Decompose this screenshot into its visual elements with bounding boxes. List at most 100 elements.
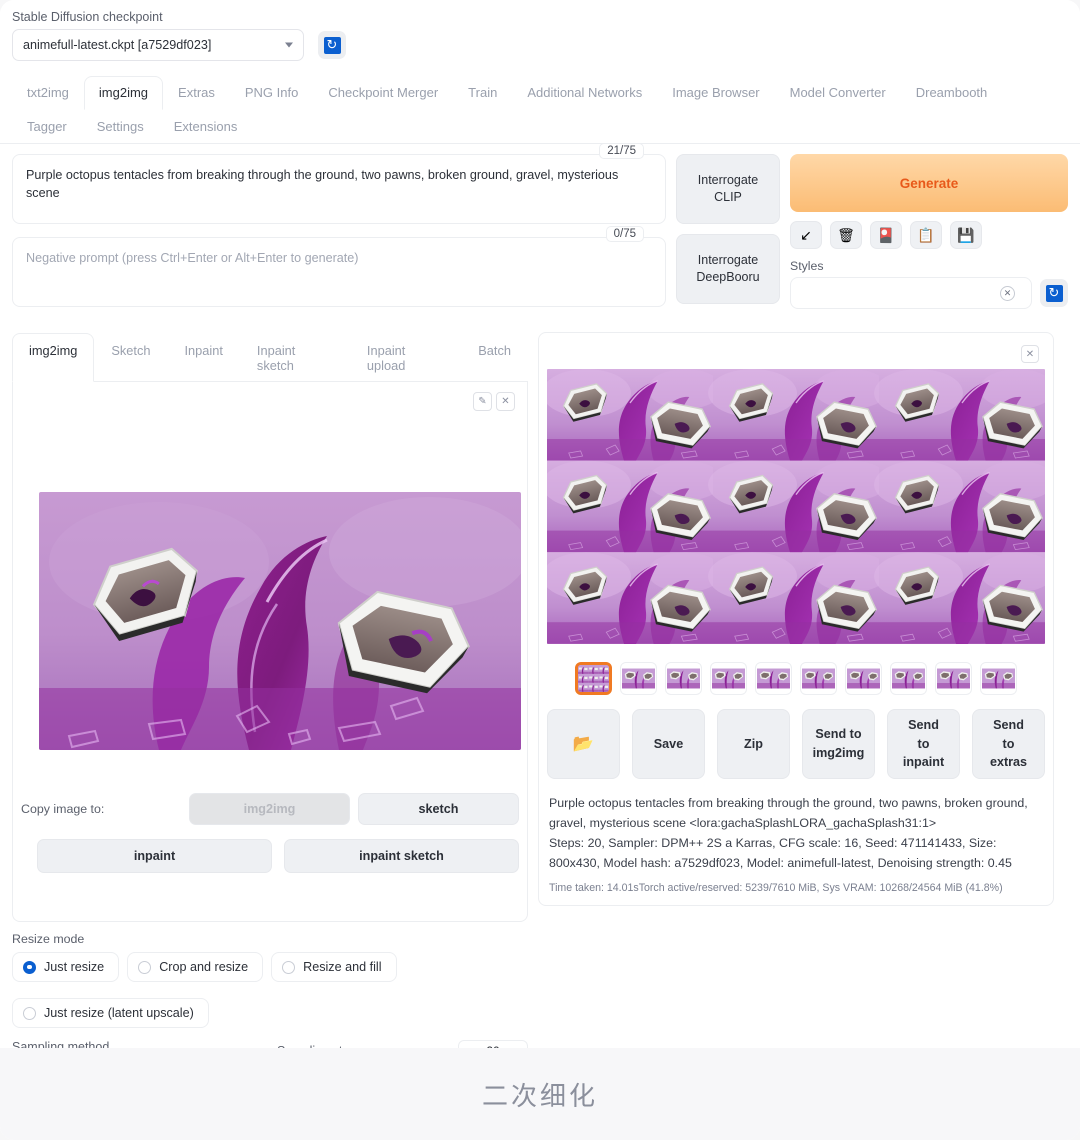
gallery-thumbnail[interactable] <box>845 662 882 695</box>
resize-option-just-resize-latent-upscale-[interactable]: Just resize (latent upscale) <box>12 998 209 1028</box>
paste-clipboard-icon[interactable]: 📋 <box>910 221 942 249</box>
caption-text: 二次细化 <box>481 1081 598 1112</box>
negative-prompt-token-counter: 0/75 <box>605 226 644 242</box>
interrogate-clip-line2: CLIP <box>714 190 742 204</box>
app-window: Stable Diffusion checkpoint animefull-la… <box>0 0 1080 1140</box>
refresh-icon: ↻ <box>323 36 341 54</box>
tab-extensions[interactable]: Extensions <box>159 110 253 144</box>
gallery-thumbnail[interactable] <box>755 662 792 695</box>
negative-prompt-input[interactable] <box>12 237 666 307</box>
copy-image-row-2: inpaint inpaint sketch <box>37 839 519 873</box>
gallery-thumbnail[interactable] <box>575 662 612 695</box>
styles-label: Styles <box>790 259 824 273</box>
main-tab-bar: txt2img img2img Extras PNG Info Checkpoint M… <box>0 75 1080 144</box>
subtab-inpaint-upload[interactable]: Inpaint upload <box>350 333 461 382</box>
close-gallery-icon[interactable]: ✕ <box>1021 345 1039 363</box>
generate-column: Generate ↙ 🗑 🎴 📋 💾 Styles ✕ ↻ <box>790 154 1068 320</box>
checkpoint-select[interactable]: animefull-latest.ckpt [a7529df023] <box>12 29 304 61</box>
resize-option-label: Just resize <box>44 960 105 974</box>
subtab-sketch[interactable]: Sketch <box>94 333 167 382</box>
tab-checkpoint-merger[interactable]: Checkpoint Merger <box>313 76 453 110</box>
sampling-section: Sampling method DPM++ 2S a Karras Sampli… <box>12 1040 528 1048</box>
tab-image-browser[interactable]: Image Browser <box>657 76 774 110</box>
left-panel: img2img Sketch Inpaint Inpaint sketch Inpain… <box>12 332 528 1048</box>
gallery-thumbnail[interactable] <box>665 662 702 695</box>
apply-style-icon[interactable]: 🎴 <box>870 221 902 249</box>
resize-option-label: Resize and fill <box>303 960 382 974</box>
interrogate-clip-line1: Interrogate <box>697 173 759 188</box>
tab-txt2img[interactable]: txt2img <box>12 76 84 110</box>
sampling-method-label: Sampling method <box>12 1040 110 1048</box>
resize-mode-options: Just resize Crop and resize Resize and fil… <box>12 952 432 1028</box>
sampling-steps-head: Sampling steps 20 <box>277 1040 528 1048</box>
tab-png-info[interactable]: PNG Info <box>230 76 313 110</box>
trash-icon[interactable]: 🗑 <box>830 221 862 249</box>
resize-option-label: Just resize (latent upscale) <box>44 1006 194 1020</box>
interrogate-deepbooru-line1: Interrogate <box>697 253 759 268</box>
tab-img2img[interactable]: img2img <box>83 76 164 110</box>
source-image-panel[interactable]: ✎ ✕ Copy image to: img2img sketch inpain… <box>12 382 528 922</box>
save-button[interactable]: Save <box>632 709 705 779</box>
copy-to-inpaint-button[interactable]: inpaint <box>37 839 272 873</box>
infotext-timing: Time taken: 14.01sTorch active/reserved:… <box>549 882 1003 895</box>
prompt-token-counter: 21/75 <box>599 143 644 159</box>
checkpoint-value: animefull-latest.ckpt [a7529df023] <box>23 38 212 52</box>
prompt-input[interactable] <box>12 154 666 224</box>
interrogate-deepbooru-button[interactable]: Interrogate DeepBooru <box>676 234 780 304</box>
refresh-checkpoints-button[interactable]: ↻ <box>318 31 346 59</box>
tab-extras[interactable]: Extras <box>163 76 230 110</box>
send-to-inpaint-button[interactable]: Send to inpaint <box>887 709 960 779</box>
edit-pencil-icon[interactable]: ✎ <box>473 392 492 411</box>
generate-button[interactable]: Generate <box>790 154 1068 212</box>
resize-option-just-resize[interactable]: Just resize <box>12 952 120 982</box>
copy-to-sketch-button[interactable]: sketch <box>358 793 519 825</box>
refresh-styles-button[interactable]: ↻ <box>1040 279 1068 307</box>
remove-image-icon[interactable]: ✕ <box>496 392 515 411</box>
source-image[interactable] <box>39 492 521 750</box>
send-to-img2img-button[interactable]: Send to img2img <box>802 709 875 779</box>
copy-to-inpaint-sketch-button[interactable]: inpaint sketch <box>284 839 519 873</box>
gallery-thumbnail[interactable] <box>890 662 927 695</box>
negative-prompt-wrapper: 0/75 <box>12 226 666 312</box>
radio-icon <box>282 960 296 974</box>
send-to-extras-button[interactable]: Send to extras <box>972 709 1045 779</box>
copy-to-img2img-button[interactable]: img2img <box>189 793 350 825</box>
sampling-steps-value[interactable]: 20 <box>458 1040 528 1048</box>
interrogate-clip-button[interactable]: Interrogate CLIP <box>676 154 780 224</box>
resize-option-resize-and-fill[interactable]: Resize and fill <box>271 952 397 982</box>
result-action-row: 📂 Save Zip Send to img2img Send to inpaint Se… <box>547 709 1045 779</box>
caption-bar: 二次细化 <box>0 1048 1080 1140</box>
open-folder-button[interactable]: 📂 <box>547 709 620 779</box>
gallery-thumbnail[interactable] <box>980 662 1017 695</box>
subtab-inpaint[interactable]: Inpaint <box>167 333 239 382</box>
gallery-thumbnail-strip <box>547 662 1045 695</box>
styles-select[interactable]: ✕ <box>790 277 1032 309</box>
sampling-steps-field: Sampling steps 20 <box>277 1040 528 1048</box>
radio-icon <box>138 960 152 974</box>
save-style-icon[interactable]: 💾 <box>950 221 982 249</box>
tab-train[interactable]: Train <box>453 76 512 110</box>
main-content: img2img Sketch Inpaint Inpaint sketch Inpain… <box>0 320 1080 1048</box>
tab-additional-networks[interactable]: Additional Networks <box>512 76 657 110</box>
gallery-thumbnail[interactable] <box>800 662 837 695</box>
gallery-thumbnail[interactable] <box>620 662 657 695</box>
generation-infotext: Purple octopus tentacles from breaking t… <box>547 793 1045 897</box>
clear-styles-icon[interactable]: ✕ <box>1000 285 1015 301</box>
subtab-batch[interactable]: Batch <box>461 333 528 382</box>
tab-settings[interactable]: Settings <box>82 110 159 144</box>
copy-image-row: Copy image to: img2img sketch <box>21 793 519 825</box>
subtab-inpaint-sketch[interactable]: Inpaint sketch <box>240 333 350 382</box>
resize-option-crop-and-resize[interactable]: Crop and resize <box>127 952 264 982</box>
result-grid-image[interactable] <box>547 369 1045 644</box>
checkpoint-row: animefull-latest.ckpt [a7529df023] ↻ <box>12 29 1068 61</box>
subtab-img2img[interactable]: img2img <box>12 333 95 382</box>
zip-button[interactable]: Zip <box>717 709 790 779</box>
prompt-tool-row: ↙ 🗑 🎴 📋 💾 <box>790 221 1068 249</box>
tab-tagger[interactable]: Tagger <box>12 110 82 144</box>
gallery-thumbnail[interactable] <box>935 662 972 695</box>
tab-dreambooth[interactable]: Dreambooth <box>901 76 1003 110</box>
gallery-thumbnail[interactable] <box>710 662 747 695</box>
sampling-method-field: Sampling method DPM++ 2S a Karras <box>12 1040 263 1048</box>
restore-progress-icon[interactable]: ↙ <box>790 221 822 249</box>
tab-model-converter[interactable]: Model Converter <box>775 76 901 110</box>
